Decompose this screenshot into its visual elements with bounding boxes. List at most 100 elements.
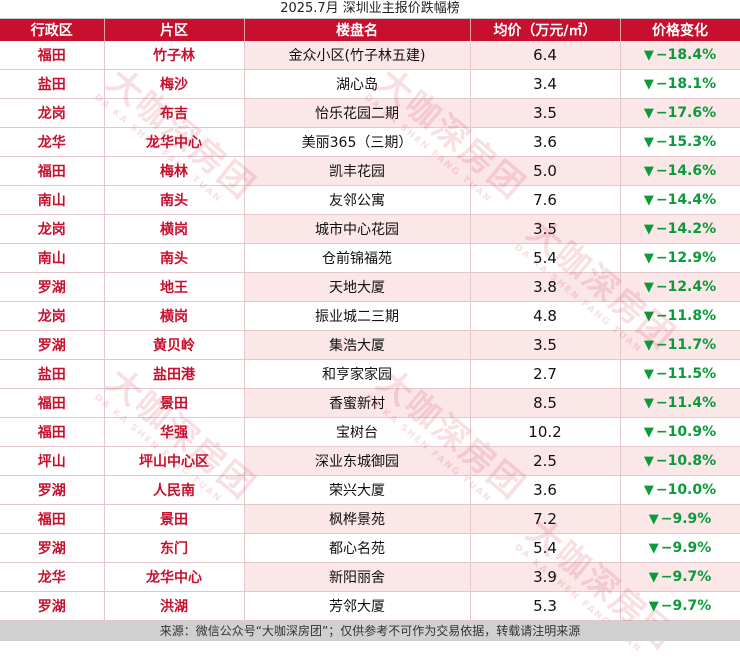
property-name-cell: 都心名苑 <box>244 533 471 563</box>
table-row: 罗湖 人民南 荣兴大厦 3.6 ▼ −10.0% <box>0 475 740 505</box>
district-cell: 南山 <box>0 185 105 215</box>
price-cell: 5.4 <box>470 533 621 563</box>
column-header-name: 楼盘名 <box>244 19 471 41</box>
column-header-area: 片区 <box>104 19 245 41</box>
price-change-cell: ▼ −18.4% <box>620 41 740 70</box>
change-value: −10.0% <box>655 482 717 498</box>
price-change-cell: ▼ −11.4% <box>620 388 740 418</box>
change-value: −11.8% <box>655 308 717 324</box>
price-change-cell: ▼ −18.1% <box>620 69 740 99</box>
change-value: −10.8% <box>655 453 717 469</box>
table-row: 龙华 龙华中心 新阳丽舍 3.9 ▼ −9.7% <box>0 562 740 592</box>
price-cell: 3.8 <box>470 272 621 302</box>
price-cell: 3.6 <box>470 127 621 157</box>
change-value: −12.9% <box>655 250 717 266</box>
district-cell: 盐田 <box>0 69 105 99</box>
source-footer: 来源：微信公众号“大咖深房团”；仅供参考不可作为交易依据，转载请注明来源 <box>0 621 740 641</box>
district-cell: 福田 <box>0 388 105 418</box>
ranking-table: 行政区 片区 楼盘名 均价（万元/㎡） 价格变化 福田 竹子林 金众小区(竹子林五建… <box>0 19 740 621</box>
change-value: −15.3% <box>655 134 717 150</box>
price-change-cell: ▼ −14.6% <box>620 156 740 186</box>
district-cell: 罗湖 <box>0 475 105 505</box>
area-cell: 横岗 <box>104 301 245 331</box>
district-cell: 福田 <box>0 504 105 534</box>
property-name-cell: 集浩大厦 <box>244 330 471 360</box>
property-name-cell: 怡乐花园二期 <box>244 98 471 128</box>
down-triangle-icon: ▼ <box>643 193 654 208</box>
price-cell: 3.4 <box>470 69 621 99</box>
table-row: 福田 竹子林 金众小区(竹子林五建) 6.4 ▼ −18.4% <box>0 41 740 70</box>
property-name-cell: 枫桦景苑 <box>244 504 471 534</box>
price-cell: 7.6 <box>470 185 621 215</box>
area-cell: 梅沙 <box>104 69 245 99</box>
district-cell: 福田 <box>0 417 105 447</box>
price-cell: 3.5 <box>470 330 621 360</box>
down-triangle-icon: ▼ <box>643 338 654 353</box>
property-name-cell: 凯丰花园 <box>244 156 471 186</box>
district-cell: 龙华 <box>0 562 105 592</box>
district-cell: 龙岗 <box>0 301 105 331</box>
price-change-cell: ▼ −9.9% <box>620 533 740 563</box>
price-cell: 2.7 <box>470 359 621 389</box>
down-triangle-icon: ▼ <box>643 164 654 179</box>
price-change-cell: ▼ −9.9% <box>620 504 740 534</box>
change-value: −9.9% <box>660 511 712 527</box>
down-triangle-icon: ▼ <box>643 251 654 266</box>
down-triangle-icon: ▼ <box>643 280 654 295</box>
property-name-cell: 荣兴大厦 <box>244 475 471 505</box>
change-value: −12.4% <box>655 279 717 295</box>
table-header-row: 行政区 片区 楼盘名 均价（万元/㎡） 价格变化 <box>0 19 740 41</box>
price-change-cell: ▼ −9.7% <box>620 591 740 621</box>
price-cell: 5.3 <box>470 591 621 621</box>
change-value: −11.7% <box>655 337 717 353</box>
area-cell: 布吉 <box>104 98 245 128</box>
change-value: −9.9% <box>660 540 712 556</box>
change-value: −18.1% <box>655 76 717 92</box>
table-row: 盐田 盐田港 和亨家家园 2.7 ▼ −11.5% <box>0 359 740 389</box>
change-value: −17.6% <box>655 105 717 121</box>
down-triangle-icon: ▼ <box>643 396 654 411</box>
price-cell: 5.4 <box>470 243 621 273</box>
table-row: 福田 华强 宝树台 10.2 ▼ −10.9% <box>0 417 740 447</box>
down-triangle-icon: ▼ <box>643 483 654 498</box>
table-row: 罗湖 黄贝岭 集浩大厦 3.5 ▼ −11.7% <box>0 330 740 360</box>
down-triangle-icon: ▼ <box>643 309 654 324</box>
change-value: −11.4% <box>655 395 717 411</box>
area-cell: 盐田港 <box>104 359 245 389</box>
price-change-cell: ▼ −15.3% <box>620 127 740 157</box>
property-name-cell: 美丽365（三期） <box>244 127 471 157</box>
property-name-cell: 香蜜新村 <box>244 388 471 418</box>
change-value: −14.6% <box>655 163 717 179</box>
column-header-change: 价格变化 <box>620 19 740 41</box>
table-body: 福田 竹子林 金众小区(竹子林五建) 6.4 ▼ −18.4% 盐田 梅沙 湖心岛 3.4 ▼ −18… <box>0 41 740 621</box>
price-cell: 5.0 <box>470 156 621 186</box>
price-cell: 3.9 <box>470 562 621 592</box>
property-name-cell: 芳邻大厦 <box>244 591 471 621</box>
change-value: −14.4% <box>655 192 717 208</box>
property-name-cell: 新阳丽舍 <box>244 562 471 592</box>
property-name-cell: 天地大厦 <box>244 272 471 302</box>
district-cell: 罗湖 <box>0 330 105 360</box>
price-cell: 10.2 <box>470 417 621 447</box>
area-cell: 南头 <box>104 243 245 273</box>
change-value: −10.9% <box>655 424 717 440</box>
down-triangle-icon: ▼ <box>643 106 654 121</box>
property-name-cell: 宝树台 <box>244 417 471 447</box>
price-change-cell: ▼ −10.9% <box>620 417 740 447</box>
table-row: 南山 南头 友邻公寓 7.6 ▼ −14.4% <box>0 185 740 215</box>
change-value: −14.2% <box>655 221 717 237</box>
down-triangle-icon: ▼ <box>643 367 654 382</box>
ranking-sheet: 2025.7月 深圳业主报价跌幅榜 行政区 片区 楼盘名 均价（万元/㎡） 价格… <box>0 0 740 657</box>
price-cell: 3.5 <box>470 214 621 244</box>
column-header-price: 均价（万元/㎡） <box>470 19 621 41</box>
area-cell: 坪山中心区 <box>104 446 245 476</box>
table-row: 福田 景田 枫桦景苑 7.2 ▼ −9.9% <box>0 504 740 534</box>
price-cell: 3.6 <box>470 475 621 505</box>
down-triangle-icon: ▼ <box>643 135 654 150</box>
price-change-cell: ▼ −12.4% <box>620 272 740 302</box>
area-cell: 南头 <box>104 185 245 215</box>
price-change-cell: ▼ −12.9% <box>620 243 740 273</box>
table-row: 龙岗 布吉 怡乐花园二期 3.5 ▼ −17.6% <box>0 98 740 128</box>
table-row: 罗湖 地王 天地大厦 3.8 ▼ −12.4% <box>0 272 740 302</box>
change-value: −18.4% <box>655 47 717 63</box>
